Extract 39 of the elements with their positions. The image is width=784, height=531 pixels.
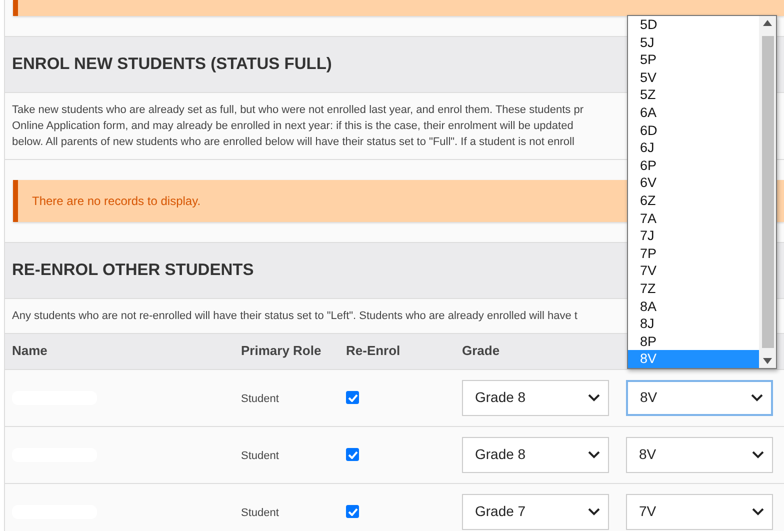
chevron-icon (751, 394, 763, 402)
column-header: Primary Role (241, 343, 322, 358)
dropdown-option[interactable]: 8P (628, 332, 759, 350)
dropdown-option[interactable]: 7P (628, 244, 759, 262)
column-header: Name (12, 343, 48, 358)
class-select[interactable]: 8V (626, 436, 773, 472)
chevron-icon (588, 508, 600, 516)
table-cell: Student (241, 392, 279, 404)
checkbox[interactable] (346, 391, 359, 404)
table-cell: Student (241, 450, 279, 462)
grade-select[interactable]: Grade 8 (462, 436, 609, 472)
class-select[interactable]: 8V (626, 380, 773, 416)
scroll-up-icon[interactable] (763, 20, 772, 26)
dropdown-option[interactable]: 7V (628, 262, 759, 280)
column-header: Re-Enrol (346, 343, 400, 358)
table-cell: Student (241, 506, 279, 518)
dropdown-option[interactable]: 5J (628, 34, 759, 52)
dropdown-option[interactable]: 6Z (628, 192, 759, 210)
dropdown-option[interactable]: 5D (628, 16, 759, 34)
chevron-icon (588, 394, 600, 402)
dropdown-option[interactable]: 5P (628, 51, 759, 69)
dropdown-option[interactable]: 6A (628, 104, 759, 122)
scroll-down-icon[interactable] (763, 358, 772, 364)
chevron-icon (588, 450, 600, 458)
dropdown-option[interactable]: 5V (628, 68, 759, 86)
dropdown-option[interactable]: 6D (628, 122, 759, 140)
chevron-icon (752, 508, 764, 516)
dropdown-option[interactable]: 8J (628, 315, 759, 333)
column-header: Grade (462, 343, 500, 358)
chevron-icon (752, 450, 764, 458)
dropdown-option[interactable]: 6J (628, 139, 759, 157)
checkbox[interactable] (346, 505, 359, 518)
grade-select[interactable]: Grade 8 (462, 380, 609, 416)
scrollbar[interactable] (759, 16, 776, 368)
grade-select[interactable]: Grade 7 (462, 494, 609, 530)
dropdown-option[interactable]: 7Z (628, 280, 759, 298)
checkbox[interactable] (346, 448, 359, 461)
dropdown-option[interactable]: 8A (628, 298, 759, 316)
class-select[interactable]: 7V (626, 494, 773, 530)
